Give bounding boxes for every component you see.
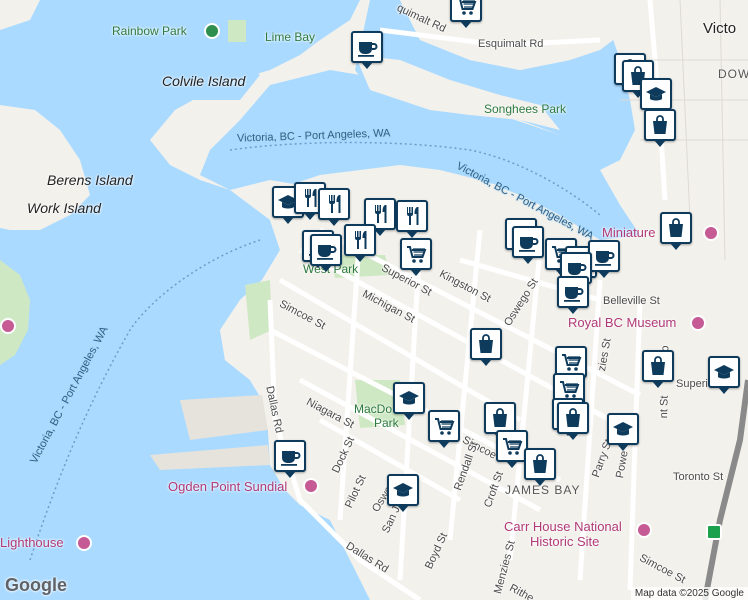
museum-icon: [690, 315, 706, 331]
graduation-cap-icon: [646, 87, 666, 101]
map-attribution[interactable]: Map data ©2025 Google: [630, 587, 748, 600]
google-logo: Google: [5, 575, 67, 595]
shop-marker[interactable]: [557, 402, 589, 440]
shopping-cart-icon: [503, 438, 523, 455]
restaurant-marker[interactable]: [318, 188, 350, 226]
restaurant-marker[interactable]: [396, 200, 428, 238]
restaurant-marker[interactable]: [344, 224, 376, 262]
shopping-cart-icon: [407, 246, 427, 263]
graduation-cap-icon: [613, 422, 633, 436]
shopping-bag-icon: [669, 218, 683, 237]
cafe-marker[interactable]: [351, 31, 383, 69]
shopping-bag-icon: [653, 115, 667, 134]
coffee-cup-icon: [281, 451, 301, 466]
school-marker[interactable]: [393, 382, 425, 420]
graduation-cap-icon: [393, 483, 413, 497]
shopping-cart-icon: [435, 418, 455, 435]
shopping-cart-icon: [562, 354, 582, 371]
coffee-cup-icon: [595, 251, 615, 266]
school-marker[interactable]: [607, 413, 639, 451]
school-marker[interactable]: [387, 474, 419, 512]
school-marker[interactable]: [640, 78, 672, 116]
cafe-marker[interactable]: [310, 234, 342, 272]
hospital-icon: [706, 524, 722, 540]
fork-knife-icon: [329, 195, 341, 213]
shopping-cart-icon: [457, 0, 477, 15]
park-icon: [204, 23, 220, 39]
shop-marker[interactable]: [644, 109, 676, 147]
coffee-cup-icon: [358, 42, 378, 57]
shopping-bag-icon: [566, 408, 580, 427]
shop-marker[interactable]: [660, 212, 692, 250]
shop-marker[interactable]: [642, 350, 674, 388]
cafe-marker[interactable]: [274, 440, 306, 478]
shopping-bag-icon: [651, 356, 665, 375]
landmark-icon: [76, 535, 92, 551]
shop-marker[interactable]: [470, 328, 502, 366]
shopping-bag-icon: [493, 408, 507, 427]
landmark-icon: [0, 318, 16, 334]
coffee-cup-icon: [317, 245, 337, 260]
fork-knife-icon: [355, 231, 367, 249]
historic-site-icon: [636, 522, 652, 538]
grocery-store-marker[interactable]: [428, 410, 460, 448]
shopping-bag-icon: [479, 334, 493, 353]
graduation-cap-icon: [714, 365, 734, 379]
fork-knife-icon: [375, 205, 387, 223]
cafe-marker[interactable]: [512, 226, 544, 264]
cafe-marker[interactable]: [557, 276, 589, 314]
shop-marker[interactable]: [524, 448, 556, 486]
grocery-store-marker[interactable]: [450, 0, 482, 28]
grocery-store-marker[interactable]: [400, 238, 432, 276]
map-canvas[interactable]: Colvile Island Berens Island Work Island…: [0, 0, 748, 600]
school-marker[interactable]: [708, 356, 740, 394]
shopping-bag-icon: [533, 454, 547, 473]
coffee-cup-icon: [519, 237, 539, 252]
graduation-cap-icon: [399, 391, 419, 405]
coffee-cup-icon: [564, 287, 584, 302]
cafe-marker[interactable]: [588, 240, 620, 278]
landmark-icon: [303, 478, 319, 494]
fork-knife-icon: [407, 207, 419, 225]
museum-icon: [703, 225, 719, 241]
